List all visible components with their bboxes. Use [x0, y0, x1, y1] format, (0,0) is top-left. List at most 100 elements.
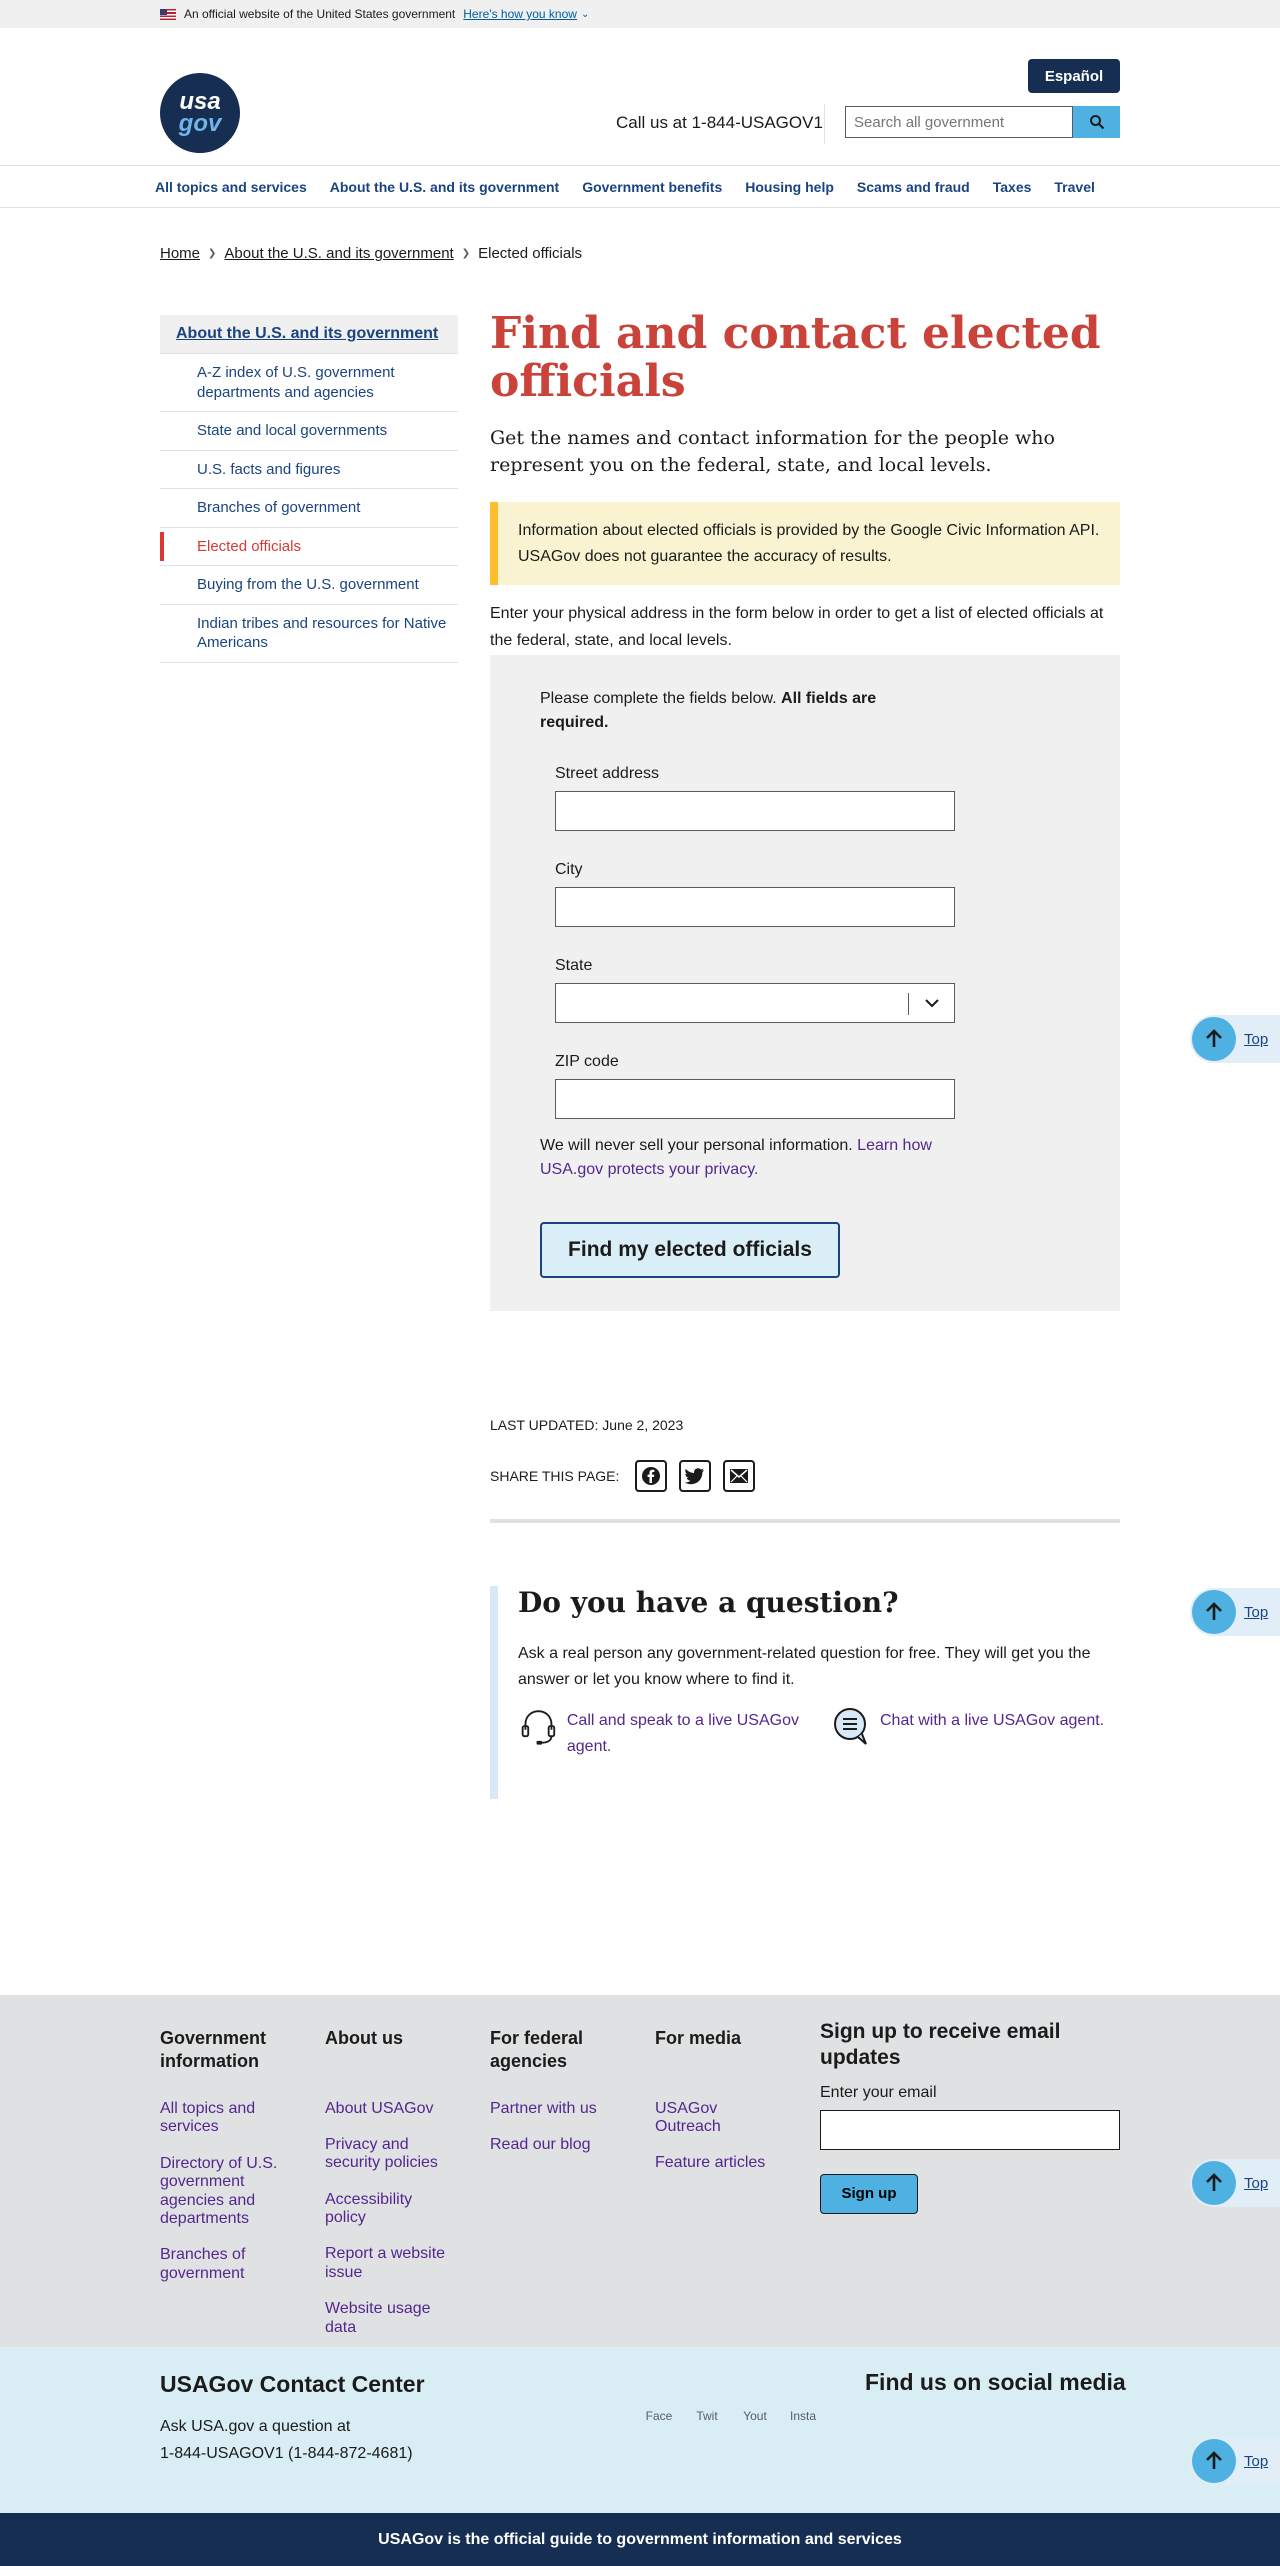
sidebar-item-buying[interactable]: Buying from the U.S. government: [160, 566, 458, 605]
sidebar-nav: About the U.S. and its government A-Z in…: [160, 315, 458, 663]
question-section: Do you have a question? Ask a real perso…: [490, 1586, 1120, 1800]
nav-taxes[interactable]: Taxes: [993, 179, 1032, 195]
form-note: Please complete the fields below. All fi…: [540, 687, 900, 735]
us-flag-icon: [160, 8, 176, 20]
nav-about-us-government[interactable]: About the U.S. and its government: [330, 179, 559, 195]
contact-text: Ask USA.gov a question at 1-844-USAGOV1 (…: [160, 2413, 413, 2467]
twitter-icon[interactable]: Twit: [690, 2409, 724, 2443]
footer-col-title: About us: [325, 2028, 403, 2048]
back-to-top-label: Top: [1244, 2452, 1269, 2470]
search-button[interactable]: [1073, 106, 1120, 138]
nav-travel[interactable]: Travel: [1054, 179, 1094, 195]
find-officials-button[interactable]: Find my elected officials: [540, 1221, 840, 1278]
privacy-text: We will never sell your personal informa…: [540, 1136, 858, 1154]
instagram-icon[interactable]: Insta: [786, 2409, 820, 2443]
share-label: SHARE THIS PAGE:: [490, 1468, 620, 1484]
page-lead: Get the names and contact information fo…: [490, 427, 1055, 476]
usagov-logo[interactable]: usa gov: [160, 73, 240, 153]
city-input[interactable]: [555, 886, 955, 927]
search-input[interactable]: [845, 106, 1073, 138]
header-divider: [824, 104, 825, 144]
call-agent-link[interactable]: Call and speak to a live USAGov agent.: [567, 1708, 828, 1759]
email-signup: Sign up to receive email updates Enter y…: [820, 2019, 1120, 2214]
zip-code-input[interactable]: [555, 1078, 955, 1119]
arrow-up-icon: [1192, 2439, 1236, 2483]
share-bar: SHARE THIS PAGE:: [490, 1460, 756, 1492]
street-address-input[interactable]: [555, 790, 955, 831]
footer-link[interactable]: USAGov Outreach: [655, 2100, 785, 2137]
main-navigation: All topics and services About the U.S. a…: [0, 166, 1280, 208]
back-to-top-button[interactable]: Top: [1190, 2437, 1280, 2485]
arrow-up-icon: [1192, 2161, 1236, 2205]
footer-link[interactable]: Branches of government: [160, 2246, 290, 2283]
page-title: Find and contact elected officials: [490, 308, 1101, 407]
question-text: Ask a real person any government-related…: [518, 1645, 1091, 1688]
back-to-top-label: Top: [1244, 1603, 1269, 1621]
banner-how-you-know-link[interactable]: Here's how you know: [463, 7, 577, 21]
last-updated: LAST UPDATED: June 2, 2023: [490, 1417, 684, 1433]
twitter-icon: [685, 1468, 705, 1485]
breadcrumb: Home ❯ About the U.S. and its government…: [160, 245, 582, 262]
nav-all-topics[interactable]: All topics and services: [155, 179, 307, 195]
sidebar-item-elected-officials[interactable]: Elected officials: [160, 528, 458, 566]
back-to-top-button[interactable]: Top: [1190, 1015, 1280, 1063]
sidebar-item-indian-tribes[interactable]: Indian tribes and resources for Native A…: [160, 605, 458, 663]
facebook-icon[interactable]: Face: [642, 2409, 676, 2443]
footer-link[interactable]: Directory of U.S. government agencies an…: [160, 2155, 290, 2229]
chat-bubble-icon: [834, 1708, 867, 1745]
espanol-button[interactable]: Español: [1028, 59, 1120, 93]
sidebar-section-link[interactable]: About the U.S. and its government: [176, 325, 438, 342]
nav-scams-fraud[interactable]: Scams and fraud: [857, 179, 970, 195]
breadcrumb-home[interactable]: Home: [160, 245, 200, 262]
chevron-right-icon: ❯: [208, 248, 217, 259]
footer-col-title: For federal agencies: [490, 2028, 584, 2071]
sidebar-item-branches[interactable]: Branches of government: [160, 489, 458, 528]
call-us-text: Call us at 1-844-USAGOV1: [616, 113, 823, 132]
sidebar-item-state-local[interactable]: State and local governments: [160, 412, 458, 451]
chevron-down-icon[interactable]: ⌄: [581, 9, 589, 20]
banner-text: An official website of the United States…: [184, 7, 456, 21]
footer-link[interactable]: Read our blog: [490, 2136, 620, 2154]
email-icon: [730, 1469, 749, 1483]
nav-government-benefits[interactable]: Government benefits: [582, 179, 722, 195]
twitter-share-icon[interactable]: [679, 1460, 712, 1492]
sidebar-item-az-index[interactable]: A-Z index of U.S. government departments…: [160, 354, 458, 412]
footer-link[interactable]: Partner with us: [490, 2100, 620, 2118]
footer-link[interactable]: Website usage data: [325, 2300, 455, 2337]
site-footer: Government information All topics and se…: [0, 1995, 1280, 2347]
search-icon: [1089, 115, 1104, 130]
facebook-share-icon[interactable]: [635, 1460, 668, 1492]
back-to-top-button[interactable]: Top: [1190, 1588, 1280, 1636]
footer-link[interactable]: Feature articles: [655, 2154, 785, 2172]
search-form: [845, 106, 1120, 138]
chat-agent-link[interactable]: Chat with a live USAGov agent.: [880, 1708, 1104, 1734]
email-share-icon[interactable]: [723, 1460, 756, 1492]
youtube-icon[interactable]: Yout: [738, 2409, 772, 2443]
footer-col-government-info: Government information All topics and se…: [160, 2027, 290, 2283]
footer-link[interactable]: About USAGov: [325, 2100, 455, 2118]
city-label: City: [555, 860, 583, 878]
footer-link[interactable]: All topics and services: [160, 2100, 290, 2137]
sidebar-item-facts-figures[interactable]: U.S. facts and figures: [160, 451, 458, 489]
contact-title: USAGov Contact Center: [160, 2371, 425, 2397]
back-to-top-button[interactable]: Top: [1190, 2159, 1280, 2207]
headset-icon: [521, 1710, 556, 1745]
back-to-top-label: Top: [1244, 1030, 1269, 1048]
zip-code-label: ZIP code: [555, 1052, 619, 1070]
footer-link[interactable]: Report a website issue: [325, 2245, 455, 2282]
state-select[interactable]: [555, 982, 955, 1023]
section-divider: [490, 1519, 1120, 1523]
social-icons: Face Twit Yout Insta: [642, 2409, 820, 2443]
footer-col-media: For media USAGov Outreach Feature articl…: [655, 2027, 785, 2173]
footer-col-title: Government information: [160, 2028, 267, 2071]
address-form: Please complete the fields below. All fi…: [490, 654, 1120, 1311]
footer-link[interactable]: Privacy and security policies: [325, 2136, 455, 2173]
nav-housing-help[interactable]: Housing help: [745, 179, 834, 195]
email-input[interactable]: [820, 2109, 1120, 2150]
breadcrumb-about[interactable]: About the U.S. and its government: [224, 245, 453, 262]
footer-col-about-us: About us About USAGov Privacy and securi…: [325, 2027, 455, 2337]
signup-button[interactable]: Sign up: [820, 2173, 918, 2214]
contact-phone: 1-844-USAGOV1 (1-844-872-4681): [160, 2445, 413, 2463]
street-address-label: Street address: [555, 764, 660, 782]
footer-link[interactable]: Accessibility policy: [325, 2191, 455, 2228]
